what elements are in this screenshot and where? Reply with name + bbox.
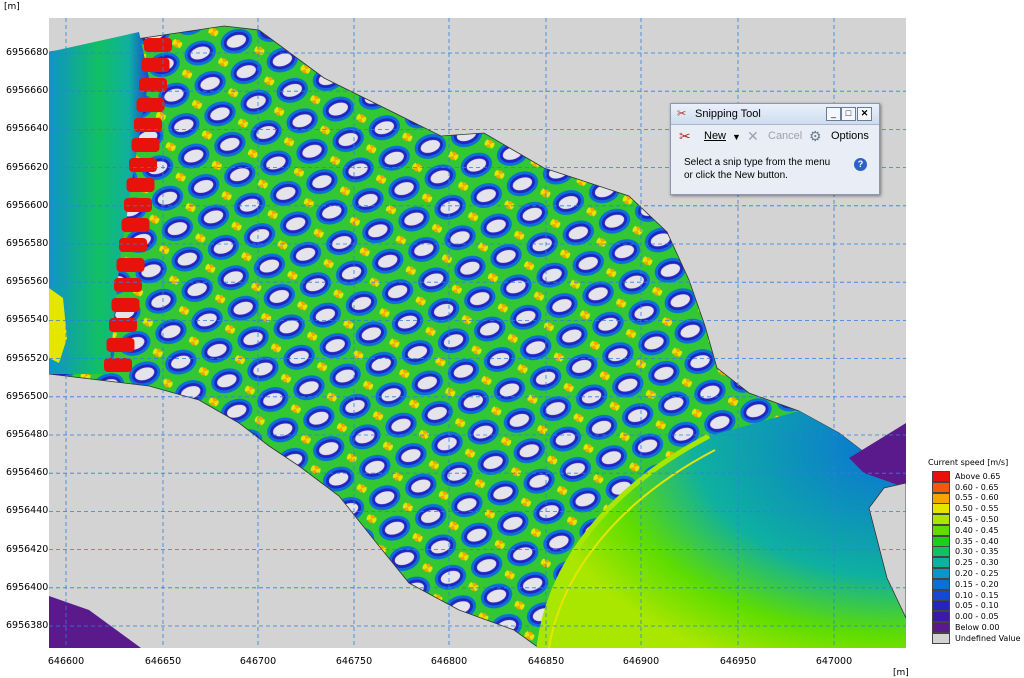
legend-swatch [932, 546, 950, 558]
legend-label: Undefined Value [955, 633, 1021, 643]
close-button[interactable]: ✕ [857, 107, 872, 121]
legend-item: 0.60 - 0.65 [928, 481, 1024, 493]
legend-label: Above 0.65 [955, 471, 1001, 481]
minimize-button[interactable]: _ [826, 107, 841, 121]
y-tick-label: 6956500 [6, 390, 49, 402]
y-axis-unit: [m] [4, 2, 20, 12]
legend-item: 0.35 - 0.40 [928, 535, 1024, 547]
legend-item: 0.30 - 0.35 [928, 546, 1024, 558]
legend: Current speed [m/s] Above 0.65 0.60 - 0.6… [928, 458, 1024, 644]
legend-label: 0.60 - 0.65 [955, 482, 999, 492]
legend-item: 0.25 - 0.30 [928, 557, 1024, 569]
y-tick-label: 6956520 [6, 352, 49, 364]
y-tick-label: 6956420 [6, 543, 49, 555]
legend-label: 0.35 - 0.40 [955, 536, 999, 546]
legend-item: 0.40 - 0.45 [928, 524, 1024, 536]
legend-swatch [932, 481, 950, 493]
legend-item: 0.55 - 0.60 [928, 492, 1024, 504]
snipping-toolbar: ✂ New ▼ ✕ Cancel ⚙ Options [677, 128, 873, 150]
legend-label: 0.30 - 0.35 [955, 547, 999, 557]
y-tick-label: 6956560 [6, 276, 49, 288]
legend-label: 0.40 - 0.45 [955, 525, 999, 535]
legend-label: 0.10 - 0.15 [955, 590, 999, 600]
legend-item: 0.05 - 0.10 [928, 600, 1024, 612]
x-tick-label: 647000 [815, 656, 853, 667]
legend-swatch [932, 470, 950, 482]
scissors-icon: ✂ [677, 108, 687, 120]
y-tick-label: 6956680 [6, 47, 49, 58]
y-tick-label: 6956640 [6, 123, 49, 135]
x-tick-label: 646750 [335, 656, 373, 667]
legend-label: 0.15 - 0.20 [955, 579, 999, 589]
y-tick-label: 6956620 [6, 161, 49, 173]
x-tick-label: 646900 [622, 656, 660, 667]
legend-swatch [932, 578, 950, 590]
x-tick-label: 646950 [719, 656, 757, 667]
cancel-icon: ✕ [747, 128, 759, 144]
legend-label: 0.25 - 0.30 [955, 558, 999, 568]
gear-icon: ⚙ [809, 128, 822, 144]
cancel-button[interactable]: Cancel [768, 130, 802, 142]
legend-item: Undefined Value [928, 632, 1024, 644]
legend-swatch [932, 557, 950, 569]
legend-item: 0.10 - 0.15 [928, 589, 1024, 601]
legend-label: 0.55 - 0.60 [955, 493, 999, 503]
legend-swatch [932, 568, 950, 580]
legend-item: 0.50 - 0.55 [928, 503, 1024, 515]
legend-swatch [932, 535, 950, 547]
legend-item: 0.20 - 0.25 [928, 568, 1024, 580]
legend-swatch [932, 503, 950, 515]
new-button[interactable]: New [704, 130, 726, 142]
legend-swatch [932, 492, 950, 504]
x-tick-label: 646850 [527, 656, 565, 667]
y-tick-label: 6956480 [6, 429, 49, 440]
legend-swatch [932, 589, 950, 601]
x-axis-unit: [m] [893, 668, 909, 678]
legend-swatch [932, 514, 950, 526]
legend-item: 0.45 - 0.50 [928, 514, 1024, 526]
y-tick-label: 6956660 [6, 85, 49, 97]
y-tick-label: 6956580 [6, 238, 49, 249]
y-tick-label: 6956380 [6, 620, 49, 631]
legend-swatch [932, 622, 950, 634]
legend-item: 0.15 - 0.20 [928, 578, 1024, 590]
options-button[interactable]: Options [831, 130, 869, 142]
legend-item: Below 0.00 [928, 622, 1024, 634]
y-tick-label: 6956600 [6, 199, 49, 211]
legend-title: Current speed [m/s] [928, 458, 1009, 467]
legend-item: Above 0.65 [928, 470, 1024, 482]
x-tick-label: 646700 [239, 656, 277, 667]
legend-label: 0.20 - 0.25 [955, 569, 999, 579]
legend-label: 0.45 - 0.50 [955, 515, 999, 525]
x-tick-label: 646600 [47, 656, 85, 667]
y-tick-label: 6956400 [6, 581, 49, 593]
new-snip-icon: ✂ [679, 128, 691, 144]
y-tick-label: 6956440 [6, 505, 49, 517]
snipping-tool-window[interactable]: ✂ Snipping Tool _ □ ✕ ✂ New ▼ ✕ Cancel ⚙… [670, 103, 880, 195]
legend-label: 0.00 - 0.05 [955, 612, 999, 622]
y-tick-label: 6956460 [6, 467, 49, 479]
legend-label: 0.05 - 0.10 [955, 601, 999, 611]
legend-label: 0.50 - 0.55 [955, 504, 999, 514]
legend-swatch [932, 600, 950, 612]
x-tick-label: 646650 [144, 656, 182, 667]
x-tick-label: 646800 [430, 656, 468, 667]
help-icon[interactable]: ? [854, 158, 867, 171]
y-tick-label: 6956540 [6, 314, 49, 326]
legend-item: 0.00 - 0.05 [928, 611, 1024, 623]
legend-label: Below 0.00 [955, 623, 1000, 633]
window-title: Snipping Tool [695, 108, 761, 120]
new-dropdown-chevron-icon[interactable]: ▼ [732, 132, 741, 142]
legend-swatch [932, 524, 950, 536]
legend-swatch [932, 632, 950, 644]
snipping-tool-titlebar[interactable]: ✂ Snipping Tool _ □ ✕ [671, 104, 879, 125]
legend-swatch [932, 611, 950, 623]
maximize-button[interactable]: □ [841, 107, 856, 121]
instruction-text: Select a snip type from the menu or clic… [684, 157, 831, 181]
